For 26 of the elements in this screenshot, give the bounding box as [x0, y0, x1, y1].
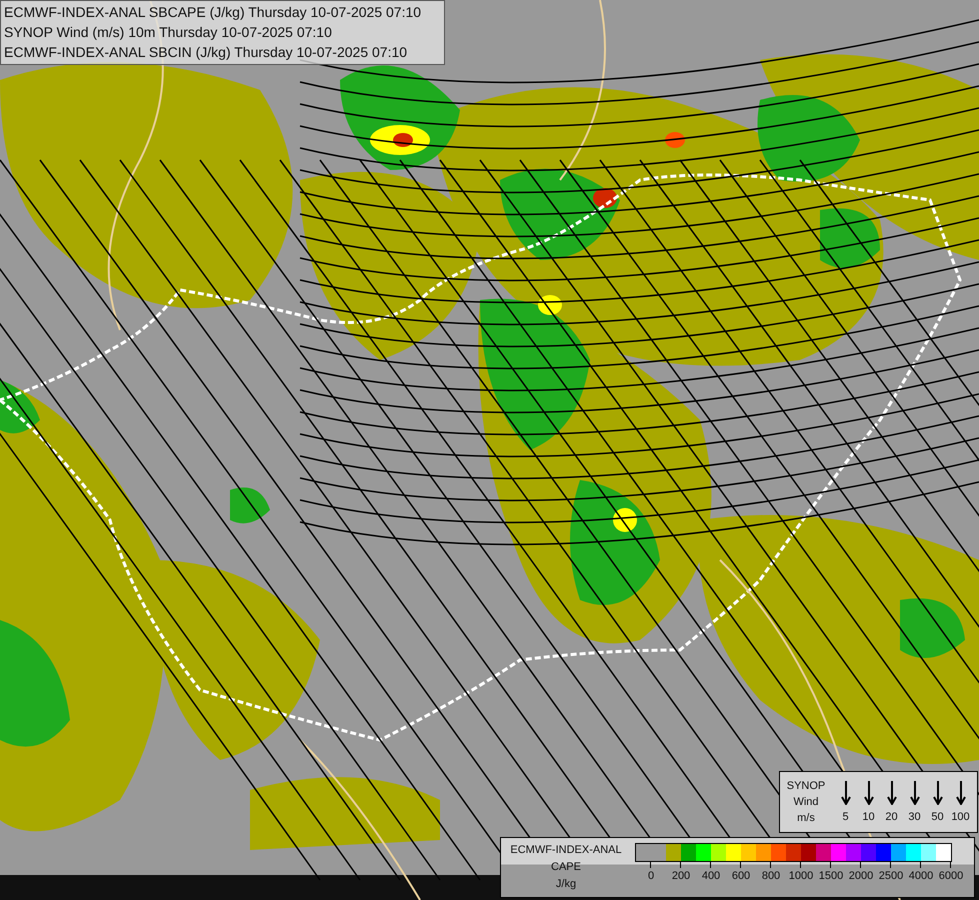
legend-title: m/s [797, 811, 815, 826]
scale-label: 4000 [908, 870, 934, 882]
speed-label: 5 [842, 811, 849, 823]
layer-title: SYNOP Wind (m/s) 10m Thursday 10-07-2025 07:10 [4, 23, 333, 42]
scale-label: 200 [672, 870, 690, 882]
scale-label: 2500 [878, 870, 904, 882]
scale-label: 600 [732, 870, 750, 882]
speed-label: 100 [951, 811, 970, 823]
layer-title: ECMWF-INDEX-ANAL SBCAPE (J/kg) Thursday 10-07-2025 07:10 [4, 3, 422, 22]
scale-label: 800 [762, 870, 780, 882]
scale-label: 2000 [848, 870, 874, 882]
scale-label: 6000 [938, 870, 964, 882]
scale-label: 1500 [818, 870, 844, 882]
legend-title: Wind [793, 795, 819, 810]
speed-label: 30 [908, 811, 921, 823]
legend-title: CAPE [551, 860, 581, 875]
speed-label: 50 [931, 811, 944, 823]
legend-title: J/kg [556, 877, 576, 892]
speed-label: 10 [862, 811, 875, 823]
scale-label: 0 [648, 870, 654, 882]
layer-title: ECMWF-INDEX-ANAL SBCIN (J/kg) Thursday 10-07-2025 07:10 [4, 43, 408, 62]
speed-label: 20 [885, 811, 898, 823]
scale-label: 1000 [788, 870, 814, 882]
legend-title: SYNOP [786, 779, 826, 794]
scale-label: 400 [702, 870, 720, 882]
legend-title: ECMWF-INDEX-ANAL [510, 843, 622, 858]
